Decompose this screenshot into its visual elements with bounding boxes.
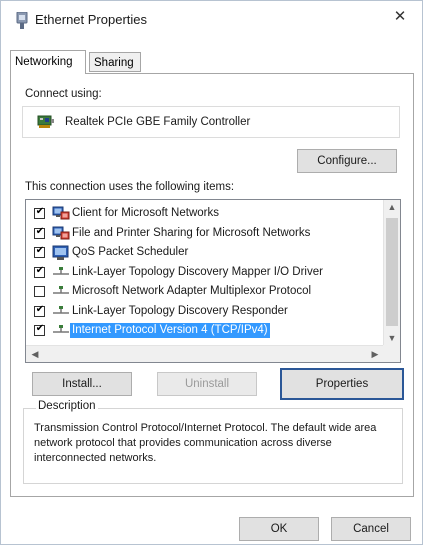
vertical-scroll-thumb[interactable] [386, 218, 398, 326]
item-checkbox[interactable]: ✔ [34, 225, 45, 239]
tab-networking-label: Networking [15, 56, 73, 68]
checkmark-icon: ✔ [35, 323, 45, 334]
scroll-up-arrow-icon[interactable]: ▲ [385, 202, 399, 212]
list-item[interactable]: ✔ Link-Layer Topology Discovery Mapper I/… [34, 264, 374, 282]
connection-items-list[interactable]: ✔ Client for Microsoft Networks ✔ File and … [25, 199, 401, 363]
protocol-icon [52, 323, 70, 339]
list-item-label: Microsoft Network Adapter Multiplexor Pr… [72, 285, 312, 297]
client-network-icon [52, 206, 70, 222]
scroll-right-arrow-icon[interactable]: ▶ [368, 349, 382, 360]
connect-using-label: Connect using: [25, 88, 102, 100]
ethernet-title-icon [16, 12, 28, 29]
description-text: Transmission Control Protocol/Internet P… [34, 422, 377, 464]
title-bar[interactable]: Ethernet Properties ✕ [1, 1, 422, 39]
list-item-label: Internet Protocol Version 4 (TCP/IPv4) [70, 323, 270, 338]
adapter-name: Realtek PCIe GBE Family Controller [65, 116, 251, 128]
uninstall-button: Uninstall [157, 372, 257, 396]
list-item-label: Link-Layer Topology Discovery Responder [72, 304, 288, 317]
client-network-icon [52, 226, 70, 242]
horizontal-scrollbar[interactable]: ◀ ▶ [26, 345, 384, 362]
item-checkbox[interactable]: ✔ [34, 303, 45, 317]
protocol-icon [52, 304, 70, 320]
checkmark-icon: ✔ [35, 245, 45, 256]
description-group: Description Transmission Control Protoco… [23, 400, 403, 484]
scroll-left-arrow-icon[interactable]: ◀ [28, 349, 42, 360]
cancel-button[interactable]: Cancel [331, 517, 411, 541]
checkmark-icon: ✔ [35, 225, 45, 237]
tab-sharing-label: Sharing [94, 57, 134, 69]
list-item[interactable]: Microsoft Network Adapter Multiplexor Pr… [34, 283, 374, 301]
network-adapter-icon [37, 115, 54, 128]
cancel-button-label: Cancel [353, 523, 389, 535]
configure-button[interactable]: Configure... [297, 149, 397, 173]
tab-networking[interactable]: Networking [10, 50, 86, 74]
list-item-label: QoS Packet Scheduler [72, 246, 189, 258]
adapter-display: Realtek PCIe GBE Family Controller [22, 106, 400, 138]
close-icon: ✕ [393, 8, 407, 25]
ok-button[interactable]: OK [239, 517, 319, 541]
list-item-label: Client for Microsoft Networks [72, 207, 219, 219]
items-label: This connection uses the following items… [25, 181, 235, 193]
properties-button-label: Properties [315, 378, 369, 390]
vertical-scrollbar[interactable]: ▲ ▼ [383, 200, 400, 345]
ethernet-properties-dialog: Ethernet Properties ✕ Networking Sharing… [0, 0, 423, 545]
qos-scheduler-icon [52, 245, 70, 261]
list-item[interactable]: ✔ Internet Protocol Version 4 (TCP/IPv4) [34, 322, 374, 340]
item-checkbox[interactable]: ✔ [34, 206, 45, 219]
item-checkbox[interactable]: ✔ [34, 245, 45, 258]
install-button-label: Install... [62, 378, 102, 390]
checkmark-icon: ✔ [35, 206, 45, 217]
protocol-icon [52, 284, 70, 300]
protocol-icon [52, 265, 70, 281]
list-item[interactable]: ✔ File and Printer Sharing for Microsoft … [34, 225, 374, 243]
list-item[interactable]: ✔ Client for Microsoft Networks [34, 205, 374, 223]
item-checkbox[interactable]: ✔ [34, 264, 45, 278]
close-button[interactable]: ✕ [390, 7, 410, 27]
scroll-down-arrow-icon[interactable]: ▼ [385, 333, 399, 343]
item-checkbox[interactable] [34, 286, 45, 297]
list-item[interactable]: ✔ Link-Layer Topology Discovery Responder [34, 303, 374, 321]
scroll-corner [383, 345, 400, 362]
properties-button[interactable]: Properties [280, 368, 404, 400]
window-title: Ethernet Properties [35, 12, 148, 27]
checkmark-icon: ✔ [35, 264, 45, 276]
item-checkbox[interactable]: ✔ [34, 323, 45, 336]
checkmark-icon: ✔ [35, 303, 45, 315]
list-item-label: Link-Layer Topology Discovery Mapper I/O… [72, 265, 323, 278]
uninstall-button-label: Uninstall [184, 378, 230, 390]
ok-button-label: OK [270, 523, 288, 535]
list-item-label: File and Printer Sharing for Microsoft N… [72, 226, 311, 239]
list-item[interactable]: ✔ QoS Packet Scheduler [34, 244, 374, 262]
configure-button-label: Configure... [317, 155, 377, 167]
description-legend: Description [36, 400, 98, 412]
tab-sharing[interactable]: Sharing [89, 52, 141, 72]
install-button[interactable]: Install... [32, 372, 132, 396]
